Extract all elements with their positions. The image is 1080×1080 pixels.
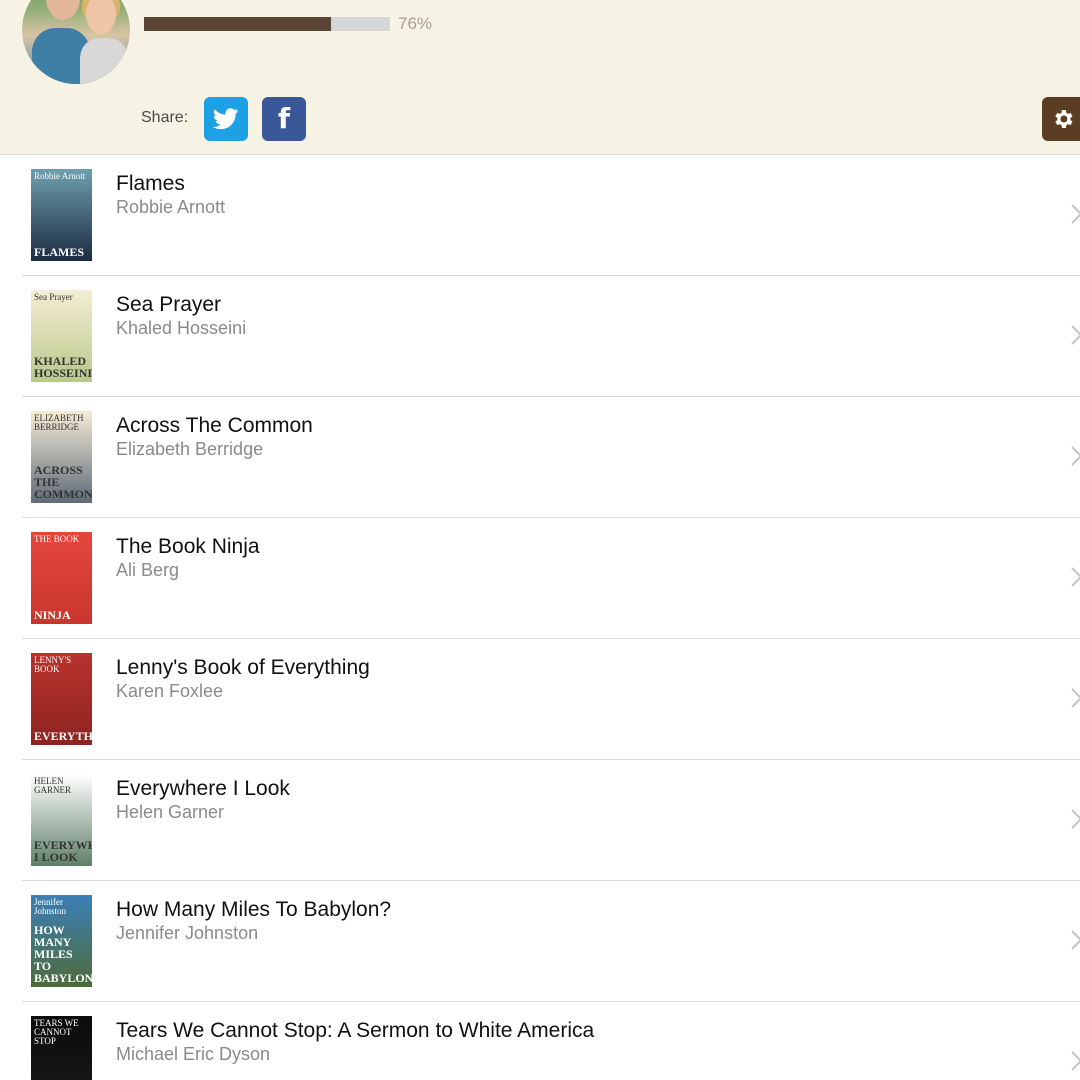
book-cover-top-text: Sea Prayer: [34, 292, 73, 302]
book-author: Helen Garner: [116, 802, 225, 822]
twitter-bird-icon: [213, 108, 239, 130]
book-cover-bottom-text: KHALED HOSSEINI: [34, 354, 92, 380]
book-author: Khaled Hosseini: [116, 318, 247, 338]
book-title: How Many Miles To Babylon?: [116, 898, 392, 921]
book-list: Robbie Arnott FLAMES Flames Robbie Arnott Se…: [0, 155, 1080, 1080]
book-author: Ali Berg: [116, 560, 180, 580]
book-list-item[interactable]: Robbie Arnott FLAMES Flames Robbie Arnott: [22, 155, 1080, 276]
profile-header: 76% Share: f: [0, 0, 1080, 155]
book-cover: HELEN GARNER EVERYWHERE I LOOK: [31, 774, 92, 866]
twitter-share-button[interactable]: [204, 97, 248, 141]
book-cover-top-text: LENNY'S BOOK: [34, 655, 72, 674]
reading-progress-label: 76%: [398, 14, 433, 33]
book-title: The Book Ninja: [116, 535, 260, 558]
book-author: Karen Foxlee: [116, 681, 224, 701]
book-cover: LENNY'S BOOK EVERYTHING: [31, 653, 92, 745]
chevron-right-icon: [1071, 446, 1080, 466]
book-cover: TEARS WE CANNOT STOPMICHAEL: [31, 1016, 92, 1080]
book-list-item[interactable]: TEARS WE CANNOT STOPMICHAEL Tears We Cann…: [22, 1002, 1080, 1080]
book-title: Lenny's Book of Everything: [116, 656, 370, 679]
book-cover-bottom-text: HOW MANY MILES TO BABYLON: [34, 923, 92, 985]
chevron-right-icon: [1071, 325, 1080, 345]
book-cover-top-text: TEARS WE CANNOT STOP: [34, 1018, 79, 1046]
facebook-f-icon: f: [277, 102, 291, 135]
user-avatar[interactable]: [22, 0, 130, 84]
book-cover: ELIZABETH BERRIDGE ACROSS THE COMMON: [31, 411, 92, 503]
chevron-right-icon: [1071, 567, 1080, 587]
book-cover-bottom-text: EVERYTHING: [34, 729, 92, 743]
chevron-right-icon: [1071, 204, 1080, 224]
book-author: Jennifer Johnston: [116, 923, 259, 943]
facebook-share-button[interactable]: f: [262, 97, 306, 141]
chevron-right-icon: [1071, 688, 1080, 708]
book-cover-top-text: Robbie Arnott: [34, 171, 86, 181]
book-list-item[interactable]: THE BOOK NINJA The Book Ninja Ali Berg: [22, 518, 1080, 639]
book-title: Across The Common: [116, 414, 313, 437]
chevron-right-icon: [1071, 809, 1080, 829]
book-cover-bottom-text: FLAMES: [34, 245, 85, 259]
share-label: Share:: [141, 109, 189, 126]
book-cover-top-text: Jennifer Johnston: [34, 897, 67, 916]
book-title: Tears We Cannot Stop: A Sermon to White …: [116, 1019, 595, 1042]
book-cover-bottom-text: NINJA: [34, 608, 71, 622]
book-title: Everywhere I Look: [116, 777, 290, 800]
book-cover: Sea Prayer KHALED HOSSEINI: [31, 290, 92, 382]
chevron-right-icon: [1071, 930, 1080, 950]
book-cover: Robbie Arnott FLAMES: [31, 169, 92, 261]
reading-progress-fill: [144, 17, 331, 31]
book-author: Robbie Arnott: [116, 197, 226, 217]
reading-progress-bar: [144, 17, 390, 31]
book-cover-bottom-text: ACROSS THE COMMON: [34, 463, 92, 501]
gear-icon: [1055, 110, 1073, 128]
book-list-item[interactable]: HELEN GARNER EVERYWHERE I LOOK Everywhere …: [22, 760, 1080, 881]
book-cover-top-text: HELEN GARNER: [34, 776, 72, 795]
settings-button[interactable]: [1042, 97, 1080, 141]
book-cover: THE BOOK NINJA: [31, 532, 92, 624]
book-author: Elizabeth Berridge: [116, 439, 264, 459]
book-list-item[interactable]: LENNY'S BOOK EVERYTHING Lenny's Book of Ev…: [22, 639, 1080, 760]
book-list-item[interactable]: Jennifer Johnston HOW MANY MILES TO BABYL…: [22, 881, 1080, 1002]
book-cover-top-text: THE BOOK: [34, 534, 80, 544]
book-list-item[interactable]: ELIZABETH BERRIDGE ACROSS THE COMMON Acros…: [22, 397, 1080, 518]
book-cover-bottom-text: EVERYWHERE I LOOK: [34, 838, 92, 864]
book-title: Flames: [116, 172, 185, 195]
chevron-right-icon: [1071, 1051, 1080, 1071]
book-list-item[interactable]: Sea Prayer KHALED HOSSEINI Sea Prayer Khale…: [22, 276, 1080, 397]
book-author: Michael Eric Dyson: [116, 1044, 271, 1064]
book-title: Sea Prayer: [116, 293, 222, 316]
book-cover-top-text: ELIZABETH BERRIDGE: [34, 413, 84, 432]
book-cover: Jennifer Johnston HOW MANY MILES TO BABYL…: [31, 895, 92, 987]
